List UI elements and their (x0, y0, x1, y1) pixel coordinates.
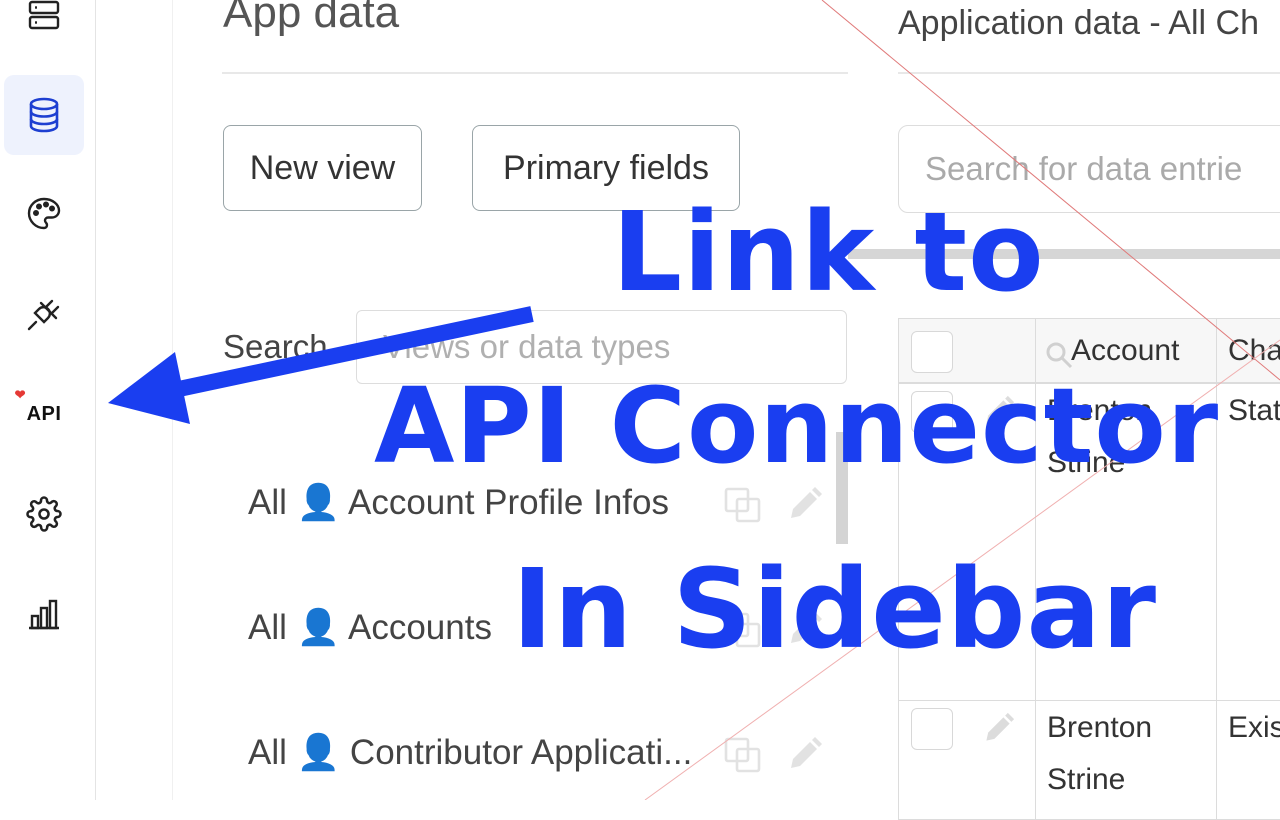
annotation-arrow (108, 306, 534, 424)
